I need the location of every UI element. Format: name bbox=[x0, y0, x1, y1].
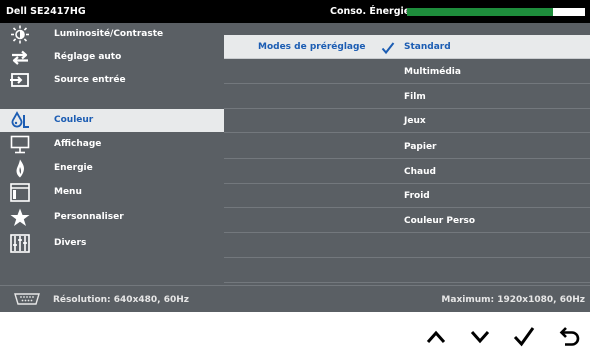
sidebar-item-menu[interactable]: Menu bbox=[0, 181, 224, 204]
option-row-movie[interactable]: Film bbox=[224, 85, 590, 109]
energy-icon bbox=[16, 159, 25, 178]
osd-menu: Dell SE2417HG Conso. Énergie Luminosité/… bbox=[0, 0, 590, 312]
option-row-warm[interactable]: Chaud bbox=[224, 160, 590, 184]
sidebar-item-label: Source entrée bbox=[54, 75, 126, 85]
display-icon bbox=[10, 135, 30, 154]
preset-modes-label: Modes de préréglage bbox=[258, 42, 366, 52]
option-row-game[interactable]: Jeux bbox=[224, 109, 590, 133]
option-row-custom-color[interactable]: Couleur Perso bbox=[224, 209, 590, 233]
sidebar-item-label: Luminosité/Contraste bbox=[54, 29, 164, 39]
option-row-standard[interactable]: Modes de préréglage Standard bbox=[224, 35, 590, 59]
chevron-down-icon bbox=[470, 331, 490, 344]
empty-row bbox=[224, 234, 590, 258]
option-row-multimedia[interactable]: Multimédia bbox=[224, 60, 590, 84]
menu-icon bbox=[10, 183, 30, 202]
back-button[interactable] bbox=[554, 323, 586, 351]
navigation-buttons bbox=[0, 323, 590, 351]
energy-meter-fill bbox=[407, 8, 553, 16]
option-label: Couleur Perso bbox=[404, 216, 476, 226]
option-label: Papier bbox=[404, 142, 437, 152]
sidebar-item-auto-adjust[interactable]: Réglage auto bbox=[0, 46, 224, 69]
option-row-cool[interactable]: Froid bbox=[224, 184, 590, 208]
option-label: Froid bbox=[404, 191, 430, 201]
status-bar: Résolution: 640x480, 60Hz Maximum: 1920x… bbox=[0, 285, 590, 312]
title-bar: Dell SE2417HG Conso. Énergie bbox=[0, 0, 590, 23]
option-row-paper[interactable]: Papier bbox=[224, 135, 590, 159]
ok-button[interactable] bbox=[508, 323, 540, 351]
option-label: Chaud bbox=[404, 167, 436, 177]
sidebar-item-personalize[interactable]: Personnaliser bbox=[0, 206, 224, 229]
check-icon bbox=[381, 42, 395, 55]
brightness-icon bbox=[11, 25, 29, 44]
maximum-resolution: Maximum: 1920x1080, 60Hz bbox=[441, 295, 585, 305]
option-label: Film bbox=[404, 92, 426, 102]
auto-adjust-icon bbox=[12, 50, 28, 65]
back-arrow-icon bbox=[559, 327, 580, 346]
sidebar-item-label: Affichage bbox=[54, 139, 102, 149]
sidebar-item-color[interactable]: Couleur bbox=[0, 109, 224, 132]
sidebar-item-input-source[interactable]: Source entrée bbox=[0, 69, 224, 92]
vga-connector-icon bbox=[14, 293, 40, 305]
sidebar-item-label: Couleur bbox=[54, 115, 94, 125]
current-resolution: Résolution: 640x480, 60Hz bbox=[53, 295, 190, 305]
sidebar-item-label: Menu bbox=[54, 187, 82, 197]
color-icon bbox=[11, 111, 29, 128]
input-source-icon bbox=[10, 73, 29, 87]
sidebar-item-label: Energie bbox=[54, 163, 93, 173]
sidebar-item-label: Personnaliser bbox=[54, 212, 124, 222]
check-icon bbox=[513, 327, 535, 347]
option-label: Jeux bbox=[404, 116, 426, 126]
sidebar-item-label: Réglage auto bbox=[54, 52, 122, 62]
settings-panel: Modes de préréglage Standard Multimédia … bbox=[224, 23, 590, 285]
down-button[interactable] bbox=[464, 323, 496, 351]
option-label: Multimédia bbox=[404, 67, 461, 77]
chevron-up-icon bbox=[426, 330, 446, 343]
sliders-icon bbox=[10, 234, 30, 253]
sidebar-item-energy[interactable]: Energie bbox=[0, 157, 224, 180]
energy-meter bbox=[407, 8, 585, 16]
empty-row bbox=[224, 259, 590, 283]
sidebar-item-others[interactable]: Divers bbox=[0, 232, 224, 255]
option-label: Standard bbox=[404, 42, 451, 52]
up-button[interactable] bbox=[420, 323, 452, 351]
sidebar-item-label: Divers bbox=[54, 238, 87, 248]
sidebar-item-brightness-contrast[interactable]: Luminosité/Contraste bbox=[0, 23, 224, 46]
monitor-model: Dell SE2417HG bbox=[6, 6, 86, 17]
star-icon bbox=[10, 208, 30, 226]
sidebar: Luminosité/Contraste Réglage auto Source… bbox=[0, 23, 224, 285]
sidebar-item-display[interactable]: Affichage bbox=[0, 133, 224, 156]
energy-usage-label: Conso. Énergie bbox=[330, 6, 411, 17]
